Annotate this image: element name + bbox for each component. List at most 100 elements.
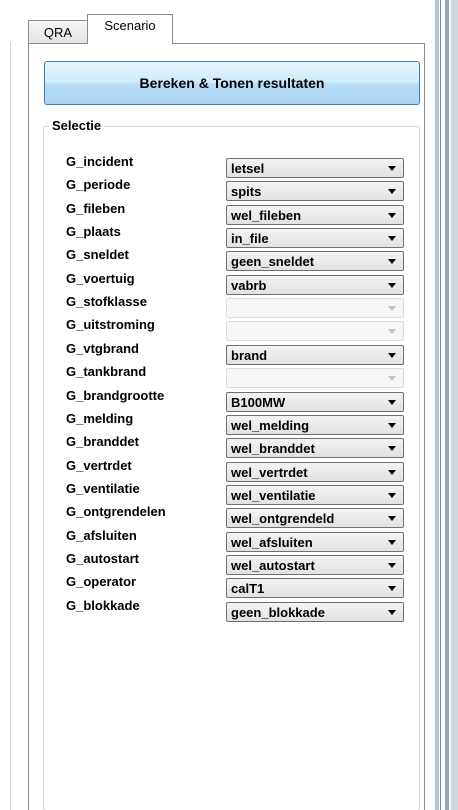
selection-dropdown[interactable]: brand: [226, 344, 404, 365]
selection-dropdown[interactable]: vabrb: [226, 274, 404, 295]
selection-row: G_brandgrootte B100MW: [44, 388, 421, 412]
selection-dropdown[interactable]: wel_ontgrendeld: [226, 508, 404, 529]
border-stripe: [435, 0, 439, 810]
chevron-down-icon: [388, 259, 396, 265]
chevron-down-icon: [388, 376, 396, 382]
selection-row: G_autostart wel_autostart: [44, 551, 421, 575]
selection-row-label: G_ontgrendelen: [66, 504, 166, 520]
window-border: [425, 0, 458, 810]
selection-row-label: G_operator: [66, 574, 137, 590]
chevron-down-icon: [388, 446, 396, 452]
selection-dropdown[interactable]: calT1: [226, 578, 404, 599]
selection-dropdown-value: wel_afsluiten: [231, 534, 313, 550]
selection-dropdown-value: in_file: [231, 231, 269, 247]
chevron-down-icon: [388, 212, 396, 218]
calculate-results-button[interactable]: Bereken & Tonen resultaten: [44, 61, 420, 105]
selection-dropdown[interactable]: [226, 321, 404, 342]
selection-dropdown[interactable]: spits: [226, 181, 404, 202]
selection-row-label: G_brandgrootte: [66, 387, 165, 403]
selection-group-title: Selectie: [49, 118, 105, 133]
chevron-down-icon: [388, 189, 396, 195]
tab-scenario[interactable]: Scenario: [87, 14, 173, 44]
selection-dropdown-value: wel_branddet: [231, 441, 315, 457]
tab-qra-label: QRA: [43, 24, 73, 40]
selection-dropdown[interactable]: [226, 368, 404, 389]
selection-row-label: G_sneldet: [66, 247, 129, 263]
selection-row: G_afsluiten wel_afsluiten: [44, 528, 421, 552]
chevron-down-icon: [388, 329, 396, 335]
selection-row-label: G_voertuig: [66, 270, 135, 286]
selection-dropdown[interactable]: wel_melding: [226, 414, 404, 435]
chevron-down-icon: [388, 609, 396, 615]
left-panel-edge: [0, 0, 22, 810]
app-window: QRA Scenario Bereken & Tonen resultaten …: [0, 0, 458, 810]
selection-row-label: G_periode: [66, 177, 131, 193]
selection-row: G_incident letsel: [44, 154, 421, 178]
selection-dropdown[interactable]: wel_vertrdet: [226, 461, 404, 482]
selection-dropdown[interactable]: wel_branddet: [226, 438, 404, 459]
chevron-down-icon: [388, 516, 396, 522]
selection-row: G_periode spits: [44, 177, 421, 202]
selection-row-label: G_uitstroming: [66, 317, 155, 333]
calculate-results-label: Bereken & Tonen resultaten: [139, 75, 325, 91]
selection-row-label: G_branddet: [66, 434, 139, 450]
selection-dropdown[interactable]: geen_blokkade: [226, 601, 404, 622]
tab-scenario-label: Scenario: [104, 18, 156, 33]
selection-dropdown[interactable]: wel_autostart: [226, 554, 404, 575]
selection-row-label: G_melding: [66, 410, 134, 426]
chevron-down-icon: [388, 399, 396, 405]
selection-row: G_ontgrendelen wel_ontgrendeld: [44, 504, 421, 529]
tab-qra[interactable]: QRA: [28, 20, 88, 43]
selection-row-label: G_vertrdet: [66, 457, 132, 473]
selection-dropdown-value: spits: [231, 184, 262, 200]
selection-row-label: G_autostart: [66, 550, 139, 566]
selection-row: G_blokkade geen_blokkade: [44, 598, 421, 622]
chevron-down-icon: [388, 539, 396, 545]
border-stripe: [445, 0, 449, 810]
selection-dropdown[interactable]: letsel: [226, 158, 404, 178]
selection-row: G_tankbrand: [44, 364, 421, 389]
panel-divider: [10, 42, 11, 810]
selection-dropdown-value: wel_autostart: [231, 557, 315, 573]
selection-row-label: G_ventilatie: [66, 480, 140, 496]
chevron-down-icon: [388, 492, 396, 498]
selection-row: G_voertuig vabrb: [44, 271, 421, 295]
selection-group: Selectie G_incident letsel G_periode spits G…: [43, 118, 421, 810]
selection-dropdown-value: calT1: [231, 581, 265, 597]
chevron-down-icon: [388, 562, 396, 568]
chevron-down-icon: [388, 422, 396, 428]
border-stripe: [440, 0, 441, 810]
chevron-down-icon: [388, 282, 396, 288]
selection-dropdown[interactable]: geen_sneldet: [226, 251, 404, 272]
selection-row-label: G_tankbrand: [66, 364, 147, 380]
selection-row: G_sneldet geen_sneldet: [44, 247, 421, 272]
selection-row-label: G_incident: [66, 154, 134, 169]
selection-row: G_operator calT1: [44, 574, 421, 599]
selection-row: G_vertrdet wel_vertrdet: [44, 458, 421, 482]
selection-row-label: G_vtgbrand: [66, 340, 139, 356]
chevron-down-icon: [388, 469, 396, 475]
selection-row: G_fileben wel_fileben: [44, 201, 421, 225]
chevron-down-icon: [388, 306, 396, 312]
selection-dropdown-value: letsel: [231, 161, 265, 176]
selection-dropdown[interactable]: wel_fileben: [226, 204, 404, 225]
selection-dropdown[interactable]: B100MW: [226, 391, 404, 412]
selection-row-label: G_fileben: [66, 200, 126, 216]
selection-row: G_uitstroming: [44, 317, 421, 342]
chevron-down-icon: [388, 352, 396, 358]
selection-dropdown-value: wel_ontgrendeld: [231, 511, 335, 527]
selection-row-label: G_plaats: [66, 224, 121, 240]
selection-dropdown-value: wel_fileben: [231, 207, 302, 223]
selection-row: G_ventilatie wel_ventilatie: [44, 481, 421, 505]
selection-dropdown[interactable]: in_file: [226, 228, 404, 249]
selection-row: G_vtgbrand brand: [44, 341, 421, 365]
selection-dropdown-value: geen_sneldet: [231, 254, 315, 270]
selection-dropdown[interactable]: wel_ventilatie: [226, 484, 404, 505]
selection-dropdown-value: geen_blokkade: [231, 604, 325, 620]
chevron-down-icon: [388, 586, 396, 592]
chevron-down-icon: [388, 236, 396, 242]
selection-dropdown[interactable]: [226, 298, 404, 319]
selection-dropdown-value: vabrb: [231, 277, 267, 293]
chevron-down-icon: [388, 166, 396, 171]
selection-dropdown[interactable]: wel_afsluiten: [226, 531, 404, 552]
